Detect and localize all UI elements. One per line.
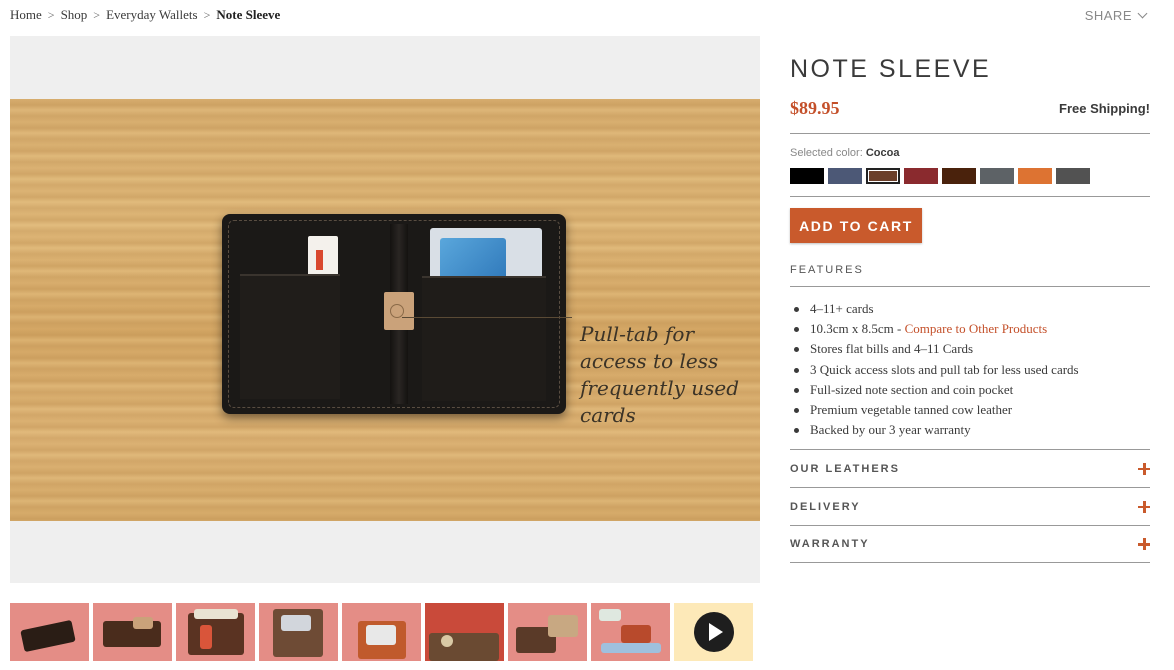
product-price: $89.95 — [790, 97, 840, 118]
share-button[interactable]: SHARE — [1084, 8, 1148, 23]
breadcrumb-current: Note Sleeve — [216, 7, 281, 22]
features-heading: FEATURES — [790, 264, 864, 276]
breadcrumb-home[interactable]: Home — [10, 7, 42, 23]
list-item: 4–11+ cards — [790, 299, 1150, 319]
product-info-panel: NOTE SLEEVE $89.95 Free Shipping! Select… — [790, 52, 1150, 564]
list-item: Premium vegetable tanned cow leather — [790, 400, 1150, 420]
right-pocket — [422, 276, 546, 401]
plus-icon — [1138, 462, 1150, 475]
product-title: NOTE SLEEVE — [790, 55, 992, 83]
wallet-image — [222, 214, 566, 414]
share-label: SHARE — [1084, 8, 1132, 23]
callout-line — [402, 317, 572, 318]
breadcrumb-separator: > — [93, 7, 101, 22]
list-item: Full-sized note section and coin pocket — [790, 380, 1150, 400]
thumbnail-6[interactable] — [425, 603, 504, 661]
accordion-label: DELIVERY — [790, 500, 861, 513]
accordion-warranty[interactable]: WARRANTY — [790, 525, 1150, 564]
list-item: Backed by our 3 year warranty — [790, 420, 1150, 440]
image-callout: Pull-tab for access to less frequently u… — [580, 322, 740, 427]
thumbnail-strip — [10, 603, 753, 661]
chevron-down-icon — [1137, 8, 1148, 19]
add-to-cart-button[interactable]: ADD TO CART — [790, 208, 922, 243]
color-value: Cocoa — [865, 147, 900, 159]
color-swatches — [790, 168, 1150, 184]
play-icon — [694, 612, 734, 652]
swatch-red[interactable] — [904, 168, 938, 184]
thumbnail-3[interactable] — [176, 603, 255, 661]
thumbnail-8[interactable] — [591, 603, 670, 661]
divider — [790, 133, 1150, 134]
list-item: 3 Quick access slots and pull tab for le… — [790, 360, 1150, 380]
selected-color-label: Selected color: Cocoa — [790, 147, 1150, 159]
accordion-group: OUR LEATHERS DELIVERY WARRANTY — [790, 449, 1150, 564]
pull-tab — [384, 292, 414, 330]
breadcrumb-separator: > — [203, 7, 211, 22]
features-list: 4–11+ cards 10.3cm x 8.5cm - Compare to … — [790, 299, 1150, 440]
breadcrumb-everyday-wallets[interactable]: Everyday Wallets — [106, 7, 198, 23]
wood-background: Pull-tab for access to less frequently u… — [10, 99, 760, 521]
shipping-note: Free Shipping! — [1059, 100, 1150, 116]
list-item: 10.3cm x 8.5cm - Compare to Other Produc… — [790, 319, 1150, 339]
price-row: $89.95 Free Shipping! — [790, 97, 1150, 119]
thumbnail-1[interactable] — [10, 603, 89, 661]
plus-icon — [1138, 538, 1150, 551]
swatch-orange[interactable] — [1018, 168, 1052, 184]
swatch-black[interactable] — [790, 168, 824, 184]
swatch-slate-blue[interactable] — [828, 168, 862, 184]
breadcrumb: Home > Shop > Everyday Wallets > Note Sl… — [10, 7, 280, 23]
swatch-charcoal[interactable] — [980, 168, 1014, 184]
thumbnail-4[interactable] — [259, 603, 338, 661]
feature-dimensions: 10.3cm x 8.5cm - — [810, 321, 905, 337]
divider — [790, 196, 1150, 197]
accordion-label: WARRANTY — [790, 538, 870, 551]
accordion-label: OUR LEATHERS — [790, 462, 900, 475]
accordion-our-leathers[interactable]: OUR LEATHERS — [790, 449, 1150, 487]
main-product-image[interactable]: Pull-tab for access to less frequently u… — [10, 36, 760, 583]
swatch-cocoa[interactable] — [866, 168, 900, 184]
thumbnail-video[interactable] — [674, 603, 753, 661]
swatch-dark-brown[interactable] — [942, 168, 976, 184]
breadcrumb-separator: > — [47, 7, 55, 22]
list-item: Stores flat bills and 4–11 Cards — [790, 339, 1150, 359]
swatch-grey[interactable] — [1056, 168, 1090, 184]
color-label-text: Selected color: — [790, 147, 863, 159]
accordion-delivery[interactable]: DELIVERY — [790, 487, 1150, 525]
compare-products-link[interactable]: Compare to Other Products — [905, 321, 1048, 336]
thumbnail-7[interactable] — [508, 603, 587, 661]
divider — [790, 286, 1150, 287]
thumbnail-2[interactable] — [93, 603, 172, 661]
thumbnail-5[interactable] — [342, 603, 421, 661]
plus-icon — [1138, 500, 1150, 513]
breadcrumb-shop[interactable]: Shop — [61, 7, 88, 23]
left-pocket — [240, 274, 340, 399]
